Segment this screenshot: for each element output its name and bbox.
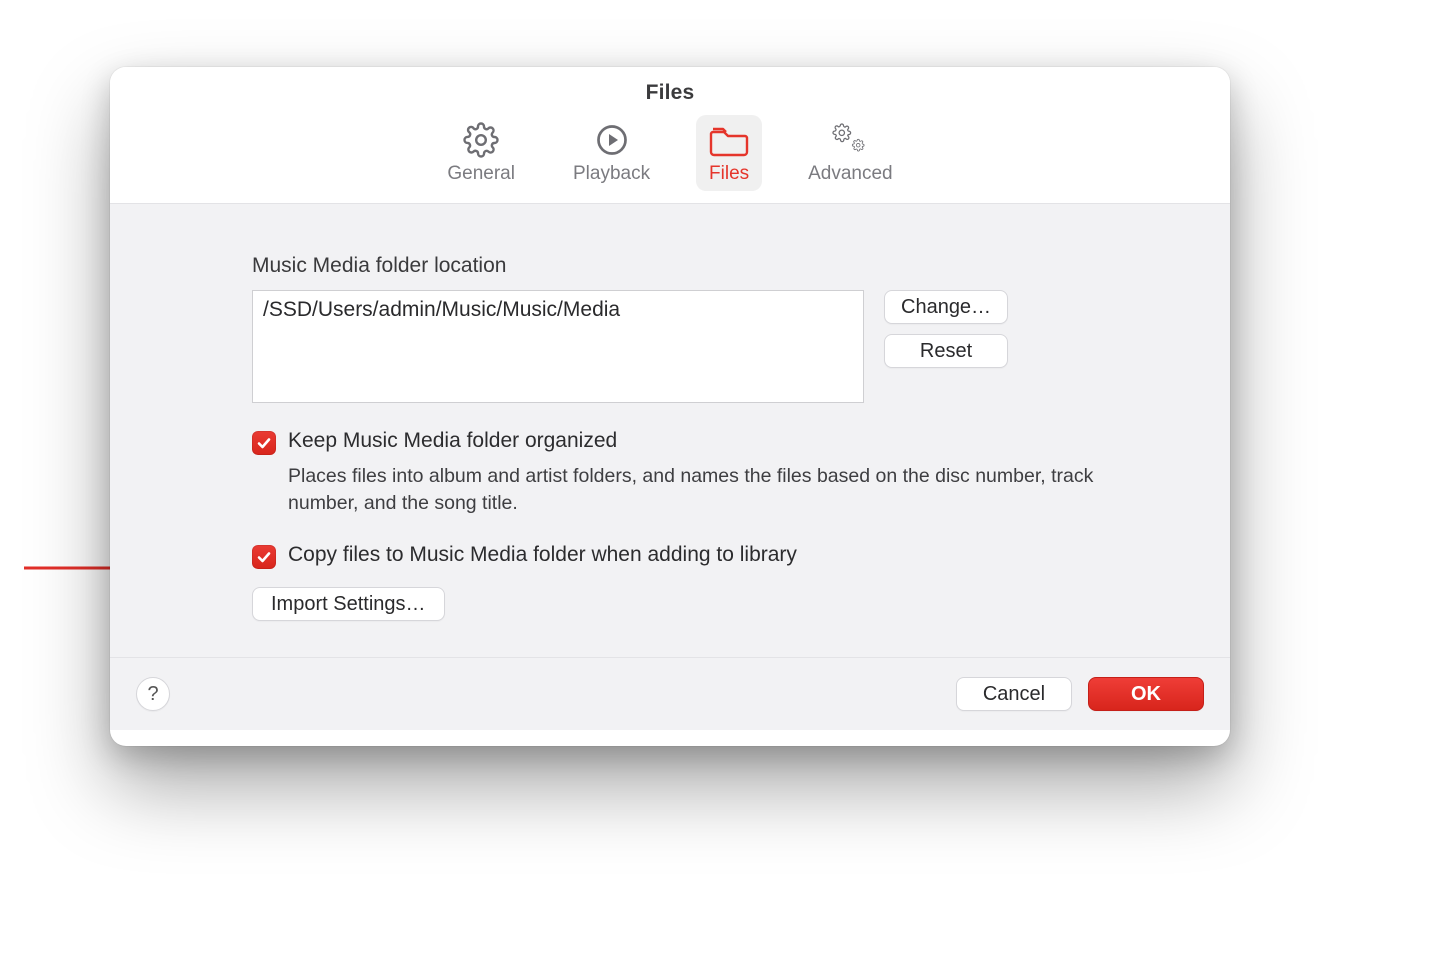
preferences-window: Files General	[110, 67, 1230, 746]
ok-button[interactable]: OK	[1088, 677, 1204, 711]
copy-files-checkbox[interactable]	[252, 545, 276, 569]
titlebar: Files General	[110, 67, 1230, 203]
content-area: Music Media folder location /SSD/Users/a…	[110, 204, 1230, 730]
reset-button[interactable]: Reset	[884, 334, 1008, 368]
change-button-label: Change…	[901, 296, 991, 319]
play-circle-icon	[591, 121, 633, 159]
import-settings-label: Import Settings…	[271, 593, 426, 616]
tab-playback[interactable]: Playback	[561, 115, 662, 191]
tab-files-label: Files	[709, 163, 749, 185]
tab-advanced[interactable]: Advanced	[796, 115, 905, 191]
import-settings-button[interactable]: Import Settings…	[252, 587, 445, 621]
tab-advanced-label: Advanced	[808, 163, 893, 185]
help-button[interactable]: ?	[136, 677, 170, 711]
cancel-button[interactable]: Cancel	[956, 677, 1072, 711]
tab-general-label: General	[447, 163, 515, 185]
folder-path-field[interactable]: /SSD/Users/admin/Music/Music/Media	[252, 290, 864, 403]
keep-organized-checkbox[interactable]	[252, 431, 276, 455]
cancel-button-label: Cancel	[983, 683, 1045, 706]
tab-playback-label: Playback	[573, 163, 650, 185]
tab-general[interactable]: General	[435, 115, 527, 191]
tab-files[interactable]: Files	[696, 115, 762, 191]
help-icon: ?	[147, 683, 158, 706]
checkmark-icon	[256, 549, 272, 565]
keep-organized-hint: Places files into album and artist folde…	[288, 463, 1100, 517]
copy-files-label: Copy files to Music Media folder when ad…	[288, 543, 797, 567]
folder-icon	[708, 121, 750, 159]
footer: ? Cancel OK	[110, 658, 1230, 730]
checkmark-icon	[256, 435, 272, 451]
ok-button-label: OK	[1131, 683, 1161, 706]
keep-organized-label: Keep Music Media folder organized	[288, 429, 617, 453]
folder-location-label: Music Media folder location	[252, 254, 1100, 278]
gears-icon	[829, 121, 871, 159]
change-button[interactable]: Change…	[884, 290, 1008, 324]
folder-path-value: /SSD/Users/admin/Music/Music/Media	[263, 298, 620, 321]
reset-button-label: Reset	[920, 340, 972, 363]
tab-bar: General Playback	[110, 105, 1230, 203]
gear-icon	[460, 121, 502, 159]
window-title: Files	[110, 81, 1230, 105]
